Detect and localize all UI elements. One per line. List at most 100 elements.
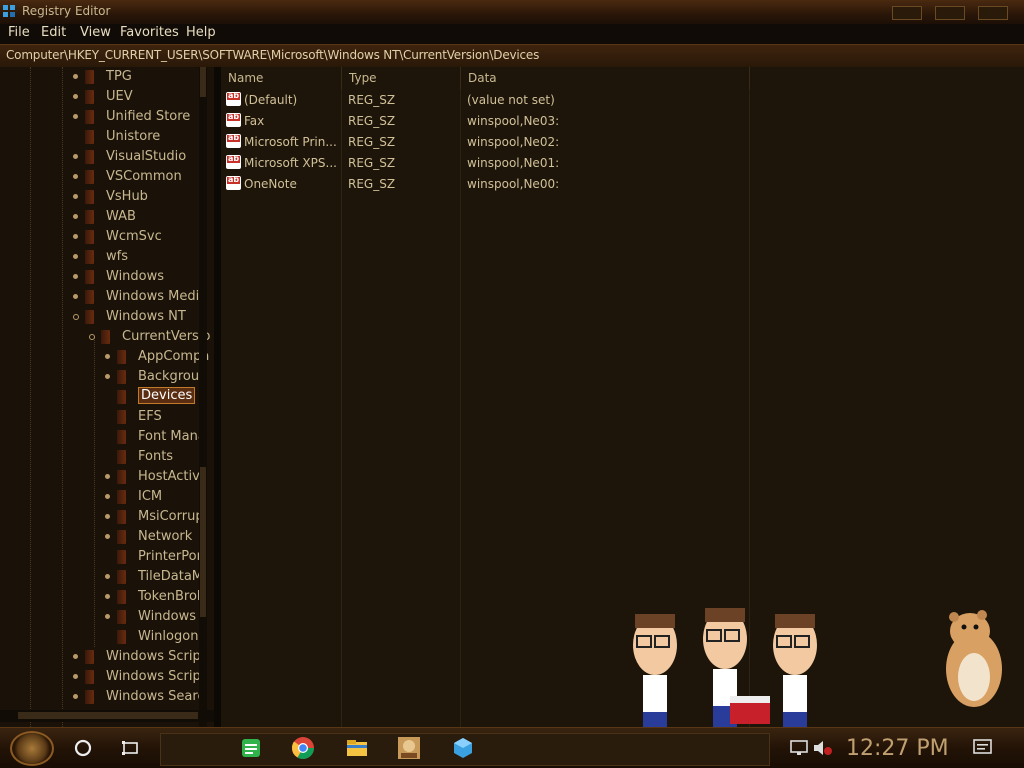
- tree-vertical-scrollbar[interactable]: [199, 67, 207, 727]
- scrollbar-thumb[interactable]: [18, 712, 198, 719]
- registry-tree[interactable]: TPG UEV Unified Store Unistore VisualStudio V…: [0, 67, 214, 727]
- tree-node[interactable]: Font Mana: [0, 427, 206, 447]
- tree-node[interactable]: VisualStudio: [0, 147, 200, 167]
- maximize-button[interactable]: [935, 6, 965, 20]
- tree-node[interactable]: VSCommon: [0, 167, 200, 187]
- action-center-icon[interactable]: [971, 736, 995, 760]
- tree-node[interactable]: AppCompa: [0, 347, 209, 367]
- menu-help[interactable]: Help: [186, 25, 216, 40]
- tree-node[interactable]: TokenBrok: [0, 587, 204, 607]
- list-item[interactable]: OneNote REG_SZ winspool,Ne00:: [221, 173, 761, 194]
- notes-icon[interactable]: [239, 736, 263, 760]
- column-header-type[interactable]: Type: [342, 67, 461, 89]
- menu-favorites[interactable]: Favorites: [120, 25, 179, 40]
- collapse-icon[interactable]: [73, 314, 79, 320]
- column-header-name[interactable]: Name: [221, 67, 342, 89]
- tree-node[interactable]: TileDataM: [0, 567, 203, 587]
- expand-icon[interactable]: [73, 194, 78, 199]
- network-icon[interactable]: [787, 736, 811, 760]
- expand-icon[interactable]: [73, 174, 78, 179]
- column-header-data[interactable]: Data: [461, 67, 750, 89]
- expand-icon[interactable]: [105, 594, 110, 599]
- tree-node[interactable]: Windows: [0, 267, 200, 287]
- tree-node[interactable]: VsHub: [0, 187, 200, 207]
- folder-icon: [117, 390, 126, 404]
- tree-node[interactable]: Devices: [0, 387, 200, 407]
- scrollbar-thumb[interactable]: [200, 467, 206, 617]
- tree-node[interactable]: Windows Script: [0, 667, 206, 687]
- task-view-icon[interactable]: [119, 736, 143, 760]
- tree-node[interactable]: Windows Media: [0, 287, 207, 307]
- volume-muted-icon[interactable]: [811, 736, 835, 760]
- photo-app-icon[interactable]: [397, 736, 421, 760]
- minimize-button[interactable]: [892, 6, 922, 20]
- chrome-icon[interactable]: [291, 736, 315, 760]
- tree-node[interactable]: EFS: [0, 407, 200, 427]
- list-item[interactable]: (Default) REG_SZ (value not set): [221, 89, 761, 110]
- expand-icon[interactable]: [105, 614, 110, 619]
- tree-node[interactable]: CurrentVersio: [0, 327, 210, 347]
- tree-horizontal-scrollbar[interactable]: [0, 710, 214, 722]
- tree-node[interactable]: Windows NT: [0, 307, 200, 327]
- tree-node[interactable]: MsiCorrup: [0, 507, 204, 527]
- taskbar-clock[interactable]: 12:27 PM: [846, 736, 949, 761]
- expand-icon[interactable]: [105, 494, 110, 499]
- expand-icon[interactable]: [73, 274, 78, 279]
- tree-node[interactable]: TPG: [0, 67, 200, 87]
- expand-icon[interactable]: [73, 214, 78, 219]
- list-item[interactable]: Fax REG_SZ winspool,Ne03:: [221, 110, 761, 131]
- tree-node[interactable]: Unified Store: [0, 107, 200, 127]
- values-list[interactable]: Name Type Data (Default) REG_SZ (value not…: [221, 67, 1024, 727]
- tree-node[interactable]: PrinterPor: [0, 547, 202, 567]
- expand-icon[interactable]: [73, 154, 78, 159]
- cortana-icon[interactable]: [71, 736, 95, 760]
- address-bar[interactable]: Computer\HKEY_CURRENT_USER\SOFTWARE\Micr…: [0, 44, 1024, 68]
- collapse-icon[interactable]: [89, 334, 95, 340]
- menu-edit[interactable]: Edit: [41, 25, 66, 40]
- tree-node[interactable]: Winlogon: [0, 627, 200, 647]
- tree-node[interactable]: WcmSvc: [0, 227, 200, 247]
- expand-icon[interactable]: [105, 534, 110, 539]
- expand-icon[interactable]: [73, 674, 78, 679]
- menu-view[interactable]: View: [80, 25, 111, 40]
- file-explorer-icon[interactable]: [345, 736, 369, 760]
- tree-node[interactable]: ICM: [0, 487, 200, 507]
- tree-node[interactable]: Backgrour: [0, 367, 204, 387]
- expand-icon[interactable]: [73, 654, 78, 659]
- expand-icon[interactable]: [105, 354, 110, 359]
- expand-icon[interactable]: [105, 374, 110, 379]
- expand-icon[interactable]: [105, 574, 110, 579]
- address-path[interactable]: Computer\HKEY_CURRENT_USER\SOFTWARE\Micr…: [6, 48, 539, 62]
- tree-node[interactable]: Fonts: [0, 447, 200, 467]
- tree-node[interactable]: Network: [0, 527, 200, 547]
- tree-node[interactable]: Unistore: [0, 127, 200, 147]
- tree-node-label: PrinterPor: [138, 549, 202, 564]
- expand-icon[interactable]: [105, 514, 110, 519]
- expand-icon[interactable]: [73, 74, 78, 79]
- pane-splitter[interactable]: [214, 67, 221, 727]
- list-item[interactable]: Microsoft Prin... REG_SZ winspool,Ne02:: [221, 131, 761, 152]
- registry-editor-icon[interactable]: [451, 736, 475, 760]
- expand-icon[interactable]: [73, 254, 78, 259]
- tree-node[interactable]: Windows: [0, 607, 200, 627]
- close-button[interactable]: [978, 6, 1008, 20]
- tree-node[interactable]: HostActivi: [0, 467, 203, 487]
- cell-type: REG_SZ: [348, 114, 396, 128]
- expand-icon[interactable]: [105, 474, 110, 479]
- expand-icon[interactable]: [73, 694, 78, 699]
- list-item[interactable]: Microsoft XPS... REG_SZ winspool,Ne01:: [221, 152, 761, 173]
- cell-name: (Default): [244, 93, 298, 107]
- tree-node[interactable]: WAB: [0, 207, 200, 227]
- scrollbar-thumb[interactable]: [200, 67, 206, 97]
- tree-node[interactable]: Windows Script: [0, 647, 206, 667]
- expand-icon[interactable]: [73, 234, 78, 239]
- start-icon[interactable]: [10, 731, 54, 766]
- tree-node[interactable]: Windows Searc: [0, 687, 205, 707]
- tree-node[interactable]: wfs: [0, 247, 200, 267]
- expand-icon[interactable]: [73, 114, 78, 119]
- tree-node-label: Devices: [138, 387, 196, 404]
- menu-file[interactable]: File: [8, 25, 30, 40]
- expand-icon[interactable]: [73, 94, 78, 99]
- tree-node[interactable]: UEV: [0, 87, 200, 107]
- expand-icon[interactable]: [73, 294, 78, 299]
